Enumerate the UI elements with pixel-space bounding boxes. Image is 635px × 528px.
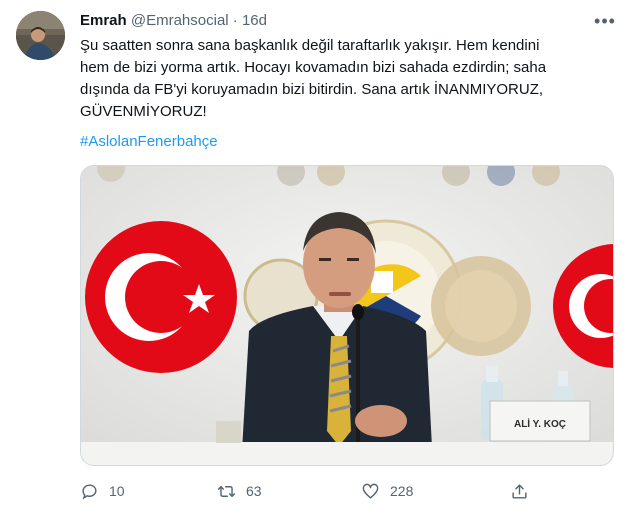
reply-button[interactable]: 10 bbox=[80, 480, 125, 502]
tweet-text-line: GÜVENMİYORUZ! bbox=[80, 103, 207, 120]
retweet-icon bbox=[217, 485, 236, 497]
separator-dot: · bbox=[232, 12, 238, 29]
more-icon[interactable]: ••• bbox=[592, 10, 618, 32]
reply-icon bbox=[82, 483, 97, 499]
tweet-timestamp[interactable]: 16d bbox=[242, 12, 267, 29]
tweet-text-line: dışında da FB'yi koruyamadın bizi bitird… bbox=[80, 81, 544, 98]
author-handle[interactable]: @Emrahsocial bbox=[131, 12, 229, 29]
nameplate-text: ALİ Y. KOÇ bbox=[514, 417, 566, 430]
tweet-text-line: hem de bizi yorma artık. Hocayı kovamadı… bbox=[80, 59, 547, 76]
retweet-count: 63 bbox=[246, 483, 262, 499]
tweet-header: Emrah @Emrahsocial · 16d bbox=[80, 12, 267, 29]
heart-icon bbox=[362, 483, 379, 499]
reply-count: 10 bbox=[109, 483, 125, 499]
hashtag-link[interactable]: #AslolanFenerbahçe bbox=[80, 133, 218, 150]
tweet-text: Şu saatten sonra sana başkanlık değil ta… bbox=[80, 35, 610, 123]
avatar[interactable] bbox=[16, 11, 65, 60]
like-count: 228 bbox=[390, 483, 414, 499]
retweet-button[interactable]: 63 bbox=[217, 480, 262, 502]
tweet[interactable]: Emrah @Emrahsocial · 16d ••• Şu saatten … bbox=[0, 0, 635, 528]
tweet-actions: 10 63 228 bbox=[80, 480, 540, 504]
tweet-photo[interactable]: ALİ Y. KOÇ bbox=[80, 165, 614, 466]
author-name[interactable]: Emrah bbox=[80, 12, 127, 29]
tweet-text-line: Şu saatten sonra sana başkanlık değil ta… bbox=[80, 37, 540, 54]
share-icon bbox=[512, 483, 527, 499]
share-button[interactable] bbox=[510, 480, 539, 502]
like-button[interactable]: 228 bbox=[361, 480, 413, 502]
